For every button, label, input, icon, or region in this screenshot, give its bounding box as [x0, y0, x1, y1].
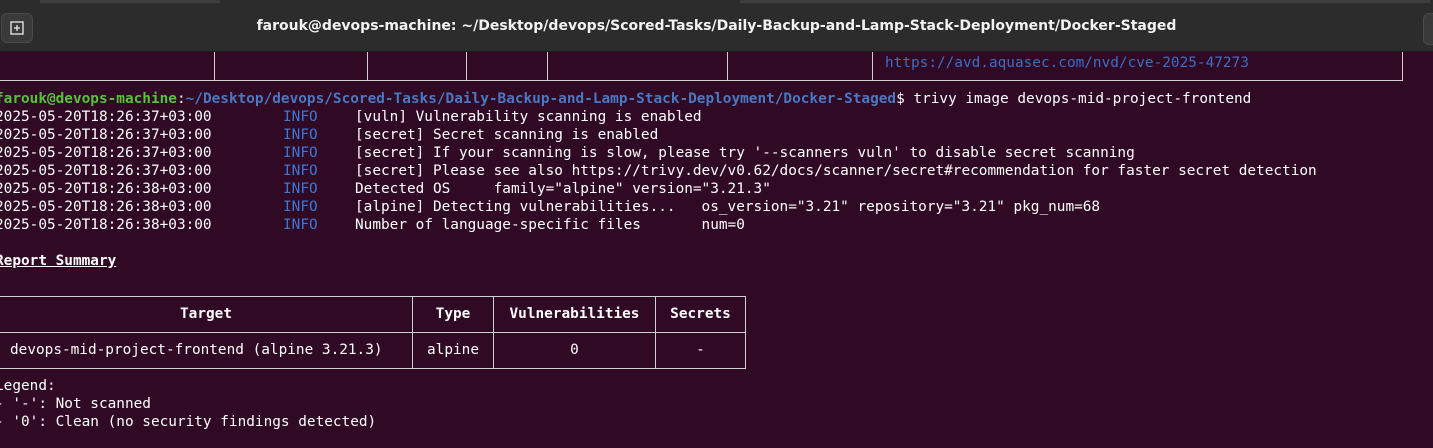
prompt-command: trivy image devops-mid-project-frontend [904, 91, 1252, 107]
table-border [547, 52, 548, 80]
table-cell-secrets: - [696, 342, 705, 358]
legend-title: Legend: [0, 378, 56, 394]
table-border [0, 80, 1403, 81]
log-level: INFO [283, 145, 318, 161]
table-border [466, 52, 467, 80]
log-line: 2025-05-20T18:26:38+03:00 INFO Detected OS… [0, 181, 771, 197]
log-line: 2025-05-20T18:26:37+03:00 INFO [vuln] Vuln… [0, 109, 702, 125]
log-level: INFO [283, 163, 318, 179]
log-line: 2025-05-20T18:26:37+03:00 INFO [secret] If… [0, 145, 1135, 161]
cve-link[interactable]: https://avd.aquasec.com/nvd/cve-2025-472… [885, 54, 1249, 72]
table-cell-vulnerabilities: 0 [570, 342, 579, 358]
table-border [1402, 52, 1403, 80]
tab-strip-edge [40, 0, 220, 3]
table-border [367, 52, 368, 80]
terminal-output[interactable]: https://avd.aquasec.com/nvd/cve-2025-472… [0, 52, 1433, 448]
prompt-user-host: farouk@devops-machine [0, 91, 177, 107]
report-heading: Report Summary [0, 253, 117, 269]
log-line: 2025-05-20T18:26:38+03:00 INFO Number of l… [0, 217, 745, 233]
tab-strip-edge [740, 0, 1430, 3]
log-line: 2025-05-20T18:26:37+03:00 INFO [secret] Pl… [0, 163, 1317, 179]
table-border [0, 332, 746, 333]
table-cell-target: devops-mid-project-frontend (alpine 3.21… [10, 342, 383, 358]
window-title: farouk@devops-machine: ~/Desktop/devops/… [256, 18, 1177, 34]
table-border [0, 368, 746, 369]
table-border [0, 296, 746, 297]
table-header-type: Type [435, 306, 471, 322]
table-border [727, 52, 728, 80]
table-header-vulnerabilities: Vulnerabilities [509, 306, 640, 322]
log-line: 2025-05-20T18:26:37+03:00 INFO [secret] Se… [0, 127, 659, 143]
log-level: INFO [283, 109, 318, 125]
prompt-dollar: $ [896, 91, 905, 107]
legend-item: - '-': Not scanned [0, 396, 151, 412]
log-line: 2025-05-20T18:26:38+03:00 INFO [alpine] De… [0, 199, 1101, 215]
table-header-secrets: Secrets [670, 306, 731, 322]
log-level: INFO [283, 199, 318, 215]
prompt-separator: : [176, 91, 186, 107]
table-border [214, 52, 215, 80]
legend-item: - '0': Clean (no security findings detec… [0, 414, 377, 430]
previous-table-fragment: https://avd.aquasec.com/nvd/cve-2025-472… [0, 52, 1403, 81]
table-border [745, 296, 746, 368]
log-level: INFO [283, 127, 318, 143]
window-titlebar: farouk@devops-machine: ~/Desktop/devops/… [0, 0, 1433, 52]
prompt-path: ~/Desktop/devops/Scored-Tasks/Daily-Back… [185, 91, 897, 107]
table-header-target: Target [180, 306, 232, 322]
log-level: INFO [283, 181, 318, 197]
table-border [872, 52, 873, 80]
prompt-line: farouk@devops-machine:~/Desktop/devops/S… [0, 90, 1251, 108]
menu-button[interactable] [1423, 13, 1433, 45]
log-level: INFO [283, 217, 318, 233]
table-cell-type: alpine [427, 342, 479, 358]
